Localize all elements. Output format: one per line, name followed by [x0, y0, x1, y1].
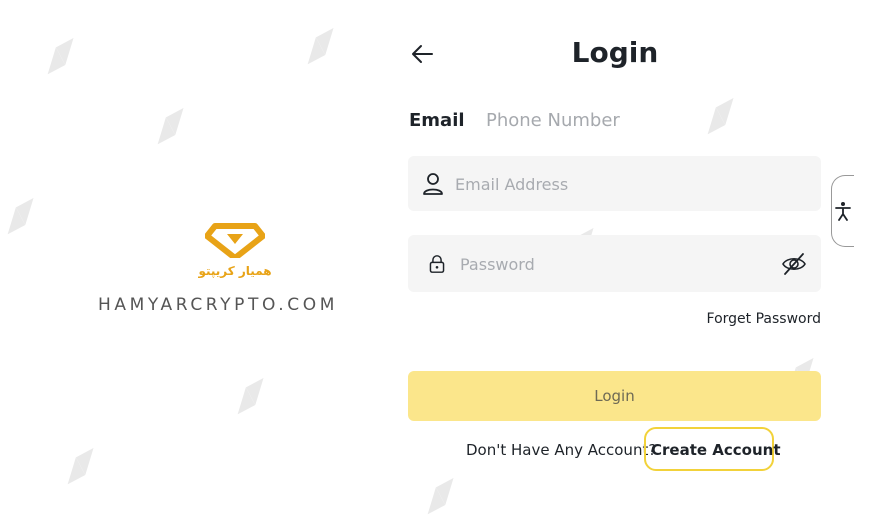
page-title: Login: [571, 36, 659, 69]
watermark: ◢◤: [145, 102, 195, 148]
accessibility-button[interactable]: [831, 175, 854, 247]
lock-icon: [429, 254, 445, 273]
email-input[interactable]: [453, 156, 767, 213]
arrow-left-icon: [412, 45, 433, 63]
brand-arabic-name: همیار کریپتو: [198, 264, 272, 278]
back-button[interactable]: [408, 40, 438, 68]
diamond-logo-icon: [204, 223, 266, 261]
watermark: ◢◤: [415, 472, 465, 518]
watermark: ◢◤: [55, 442, 105, 488]
forget-password-link[interactable]: Forget Password: [707, 311, 821, 327]
watermark: ◢◤: [225, 372, 275, 418]
brand-block: همیار کریپتو: [195, 218, 275, 278]
tab-email[interactable]: Email: [409, 110, 465, 131]
email-field: [408, 156, 821, 213]
accessibility-icon: [835, 202, 851, 221]
watermark: ◢◤: [695, 92, 745, 138]
password-input[interactable]: [458, 235, 772, 294]
brand-domain: HAMYARCRYPTO.COM: [98, 295, 338, 315]
create-account-link[interactable]: Create Account: [651, 441, 781, 459]
no-account-text: Don't Have Any Account?: [466, 441, 657, 459]
user-icon: [423, 172, 443, 195]
password-field: [408, 235, 821, 294]
watermark: ◢◤: [35, 32, 85, 78]
watermark: ◢◤: [0, 192, 45, 238]
tab-phone-number[interactable]: Phone Number: [486, 110, 620, 131]
eye-off-icon[interactable]: [781, 251, 807, 277]
login-button[interactable]: Login: [408, 371, 821, 421]
watermark: ◢◤: [295, 22, 345, 68]
